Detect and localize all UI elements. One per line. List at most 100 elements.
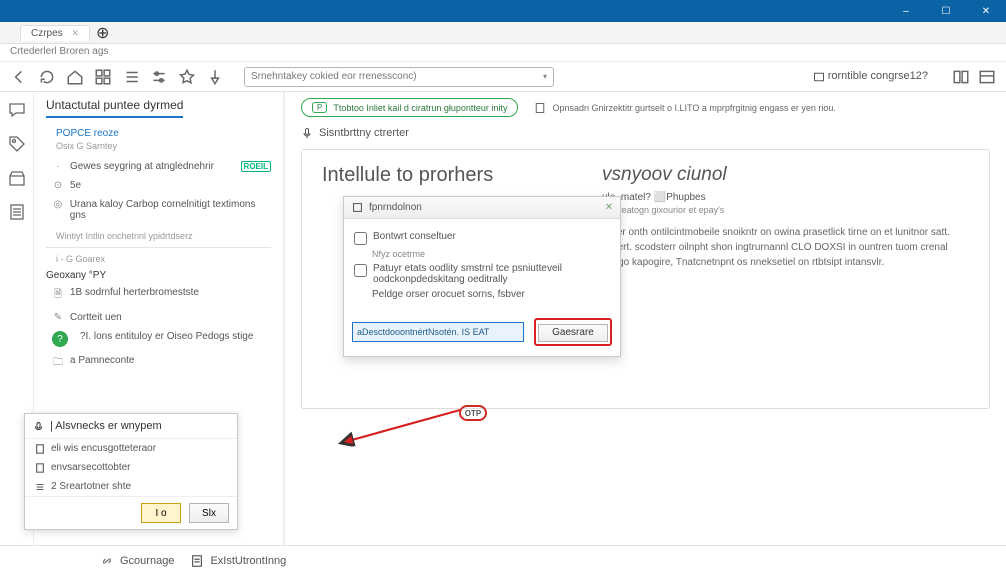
popup-item[interactable]: eli wis encusgotteteraor — [25, 439, 237, 458]
tab-main[interactable]: Czrpes ✕ — [20, 25, 90, 41]
generate-button[interactable]: Gaesrare — [538, 324, 608, 342]
info-pill[interactable]: P Ttobtoo Inliet kail d ciratrun głupont… — [301, 98, 518, 117]
list-icon[interactable] — [122, 68, 140, 86]
tab-add-icon[interactable]: ⊕ — [96, 23, 109, 43]
sidebar-item-label: Cortteit uen — [70, 312, 122, 323]
dialog-input[interactable] — [352, 322, 524, 342]
toolbar: Srnehntakey cokied eor rrenessconc) rorn… — [0, 62, 1006, 92]
help-icon: ? — [52, 331, 68, 347]
adjust-icon[interactable] — [150, 68, 168, 86]
sidebar-item[interactable]: ◎ Urana kaloy Carbop cornelnitigt textim… — [46, 195, 271, 225]
badge: ROEIL — [241, 161, 271, 172]
pill-text: Ttobtoo Inliet kail d ciratrun głupontte… — [333, 103, 507, 113]
banner-row: P Ttobtoo Inliet kail d ciratrun głupont… — [285, 92, 1006, 123]
calc-icon[interactable] — [7, 202, 27, 222]
folder-icon: 🗀 — [52, 355, 64, 372]
popup-footer: I o Slx — [25, 496, 237, 529]
dialog-icon — [352, 202, 363, 213]
option-sublabel: Nfyz ocetrme — [372, 249, 610, 259]
page-icon — [534, 102, 546, 114]
panel-icon[interactable] — [978, 68, 996, 86]
checkbox[interactable] — [354, 232, 367, 245]
doc-icon — [35, 463, 45, 473]
content-meta2: Legyeatogn gixourior et epay's — [602, 205, 969, 215]
dialog-title: fpnrndolnon — [369, 202, 422, 213]
chat-icon[interactable] — [7, 100, 27, 120]
refresh-icon[interactable] — [38, 68, 56, 86]
ok-button[interactable]: I o — [141, 503, 181, 523]
tag-icon[interactable] — [7, 134, 27, 154]
popup-title-text: | Alsvnecks er wnypem — [50, 420, 162, 432]
statusbar: Gcournage ExIstUtrontInng — [0, 545, 1006, 575]
dialog-caption: Peldge orser orocuet sorns, fsbver — [354, 289, 610, 300]
sidebar-item[interactable]: 🗀 a Pamneconte — [46, 351, 271, 376]
status-left[interactable]: Gcournage — [100, 554, 174, 568]
tab-close-icon[interactable]: ✕ — [71, 28, 79, 38]
dialog-titlebar[interactable]: fpnrndolnon ✕ — [344, 197, 620, 219]
sidebar-item-label: 1B sodrnful herterbromestste — [70, 287, 199, 298]
list-icon — [35, 482, 45, 492]
sidebar-item[interactable]: ⊙ 5e — [46, 176, 271, 195]
option-label: Bontwrt conseltuer — [373, 231, 456, 242]
mic-icon — [301, 127, 313, 139]
layout-icon[interactable] — [952, 68, 970, 86]
page-icon — [190, 554, 204, 568]
tab-label: Czrpes — [31, 28, 63, 39]
sidebar-item[interactable]: ✎ Cortteit uen — [46, 308, 271, 327]
annotation-circle: OTP — [459, 405, 487, 421]
sidebar-section-title: POPCE reoze — [56, 128, 271, 139]
highlighted-button-frame: Gaesrare — [534, 318, 612, 346]
pill-chip: P — [312, 102, 327, 113]
target-icon: ⊙ — [52, 180, 64, 191]
sidebar-item[interactable]: ? ?I. lons entituloy er Oiseo Pedogs sti… — [46, 327, 271, 351]
sidebar-item-label: a Pamneconte — [70, 355, 135, 366]
home-icon[interactable] — [66, 68, 84, 86]
circle-icon: ◎ — [52, 199, 64, 210]
sidebar-item-label: ?I. lons entituloy er Oiseo Pedogs stige — [80, 331, 253, 342]
bullet-icon: · — [52, 161, 64, 172]
right-label: rorntible congrse12? — [813, 70, 928, 82]
breadcrumb: Crtederlerl Broren ags — [0, 44, 1006, 62]
file-icon: 🗎 — [52, 287, 64, 304]
doc-icon — [35, 444, 45, 454]
tabstrip: Czrpes ✕ ⊕ — [0, 22, 1006, 44]
grid-icon[interactable] — [94, 68, 112, 86]
popup-item[interactable]: 2 Sreartotner shte — [25, 477, 237, 496]
divider — [46, 247, 271, 248]
dialog-option[interactable]: Bontwrt conseltuer — [354, 231, 610, 245]
popup-item-label: 2 Sreartotner shte — [51, 481, 131, 492]
sidebar-group: i - G Goarex — [56, 254, 271, 264]
dialog-close-icon[interactable]: ✕ — [602, 200, 616, 214]
sub-row-text: Sisntbrttny ctrerter — [319, 127, 409, 139]
sidebar-item-label: Gewes seygring at atnglednehrir — [70, 161, 214, 172]
sidebar-caption: Wintiyt Intlin onchetnnl ypidrtdserz — [56, 231, 271, 241]
link-icon — [100, 554, 114, 568]
pin-icon[interactable] — [206, 68, 224, 86]
window-maximize-button[interactable]: ☐ — [926, 0, 966, 22]
sidebar-group-head: Geoxany °PY — [46, 270, 271, 281]
checkbox[interactable] — [354, 264, 367, 277]
back-icon[interactable] — [10, 68, 28, 86]
dialog: fpnrndolnon ✕ Bontwrt conseltuer Nfyz oc… — [343, 196, 621, 357]
popup-title[interactable]: | Alsvnecks er wnypem — [25, 414, 237, 439]
window-minimize-button[interactable]: – — [886, 0, 926, 22]
dialog-option[interactable]: Patuyr etats oodlity smstrnl tce psniutt… — [354, 263, 610, 285]
search-input[interactable]: Srnehntakey cokied eor rrenessconc) — [244, 67, 554, 87]
dialog-footer: Gaesrare — [344, 312, 620, 356]
status-right[interactable]: ExIstUtrontInng — [190, 554, 286, 568]
popup-item[interactable]: envsarsecottobter — [25, 458, 237, 477]
window-close-button[interactable]: ✕ — [966, 0, 1006, 22]
status-right-text: ExIstUtrontInng — [210, 555, 286, 567]
option-label: Patuyr etats oodlity smstrnl tce psniutt… — [373, 263, 610, 285]
banner-right-text: Opnsadn Gnirzektitr gurtselt o I.LITO a … — [552, 103, 835, 113]
mic-icon — [33, 421, 44, 432]
store-icon[interactable] — [7, 168, 27, 188]
sidebar-item-label: Urana kaloy Carbop cornelnitigt textimon… — [70, 199, 271, 221]
sidebar-item[interactable]: · Gewes seygring at atnglednehrir ROEIL — [46, 157, 271, 176]
popup-item-label: eli wis encusgotteteraor — [51, 443, 156, 454]
content-paragraph: Woer onth ontilcintmobeile snoikntr on o… — [602, 225, 969, 270]
toolbar-right — [952, 68, 996, 86]
sidebar-item[interactable]: 🗎 1B sodrnful herterbromestste — [46, 283, 271, 308]
cancel-button[interactable]: Slx — [189, 503, 229, 523]
star-icon[interactable] — [178, 68, 196, 86]
